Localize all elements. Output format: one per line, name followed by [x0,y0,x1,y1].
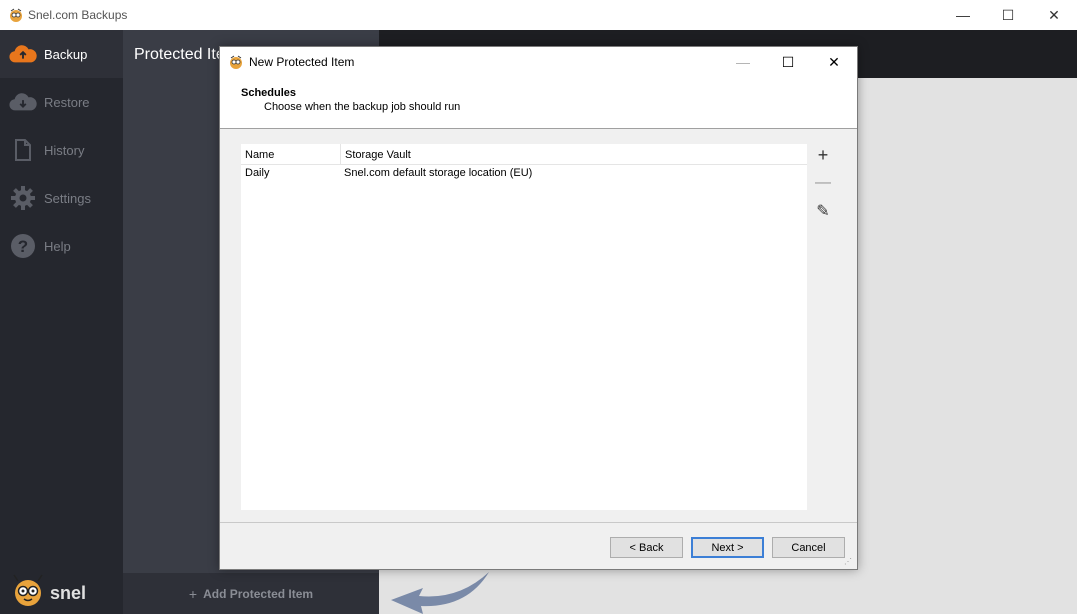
minimize-icon: — [956,7,970,23]
column-divider[interactable] [340,144,341,165]
cancel-button[interactable]: Cancel [772,537,845,558]
sidebar-item-label: Backup [44,46,88,62]
close-icon: ✕ [1048,6,1060,23]
back-button[interactable]: < Back [610,537,683,558]
dialog-close-button[interactable]: ✕ [811,47,857,77]
close-icon: ✕ [828,53,840,70]
cloud-upload-icon [9,40,37,68]
add-schedule-button[interactable]: + [813,145,833,165]
list-header: Name Storage Vault [241,144,807,165]
dialog-minimize-button[interactable]: — [720,47,766,77]
snel-logo: snel [10,573,115,609]
minimize-icon: — [736,54,750,70]
sidebar-item-label: History [44,142,85,158]
schedule-name: Daily [245,167,270,179]
window-maximize-button[interactable]: ☐ [985,0,1031,30]
window-close-button[interactable]: ✕ [1031,0,1077,30]
remove-schedule-button[interactable]: — [813,173,833,193]
edit-schedule-button[interactable]: ✎ [813,201,833,221]
section-subheading: Choose when the backup job should run [264,101,461,113]
sidebar-item-history[interactable]: History [0,126,123,174]
logo-text: snel [50,583,86,603]
sidebar-item-label: Help [44,238,71,254]
next-button[interactable]: Next > [691,537,764,558]
sidebar-item-label: Restore [44,94,90,110]
column-header-name[interactable]: Name [245,149,274,161]
maximize-icon: ☐ [781,53,795,70]
curved-arrow-icon [391,572,489,614]
sidebar-item-settings[interactable]: Settings [0,174,123,222]
minus-icon: — [815,174,831,191]
app-title: Snel.com Backups [28,8,128,22]
plus-icon: + [817,144,829,165]
add-protected-item-label: Add Protected Item [203,586,314,601]
snail-logo-icon [10,8,22,22]
dialog-title: New Protected Item [249,55,355,69]
sidebar: Backup Restore History Settings ? Help s… [0,30,123,614]
new-protected-item-dialog: New Protected Item — ☐ ✕ Schedules Choos… [219,46,858,570]
resize-grip-icon[interactable]: ⋰ [844,557,852,566]
schedules-list[interactable]: Name Storage Vault Daily Snel.com defaul… [241,144,807,510]
dialog-header: Schedules Choose when the backup job sho… [220,77,857,129]
svg-text:?: ? [18,237,28,256]
list-item[interactable]: Daily Snel.com default storage location … [241,165,807,182]
app-titlebar: Snel.com Backups — ☐ ✕ [0,0,1077,30]
column-header-storage-vault[interactable]: Storage Vault [345,149,411,161]
plus-icon: + [188,585,198,602]
document-icon [9,136,37,164]
snail-logo-icon [230,55,242,69]
cloud-download-icon [9,88,37,116]
dialog-titlebar: New Protected Item — ☐ ✕ [220,47,857,77]
sidebar-item-backup[interactable]: Backup [0,30,123,78]
sidebar-item-help[interactable]: ? Help [0,222,123,270]
gear-icon [9,184,37,212]
schedule-storage-vault: Snel.com default storage location (EU) [344,167,533,179]
add-protected-item-button[interactable]: + Add Protected Item [123,573,379,614]
maximize-icon: ☐ [1001,6,1015,23]
footer-divider [220,522,857,523]
question-icon: ? [9,232,37,260]
sidebar-item-restore[interactable]: Restore [0,78,123,126]
pencil-icon: ✎ [816,203,830,220]
section-heading: Schedules [241,87,297,99]
sidebar-item-label: Settings [44,190,91,206]
dialog-maximize-button[interactable]: ☐ [765,47,811,77]
window-minimize-button[interactable]: — [940,0,986,30]
